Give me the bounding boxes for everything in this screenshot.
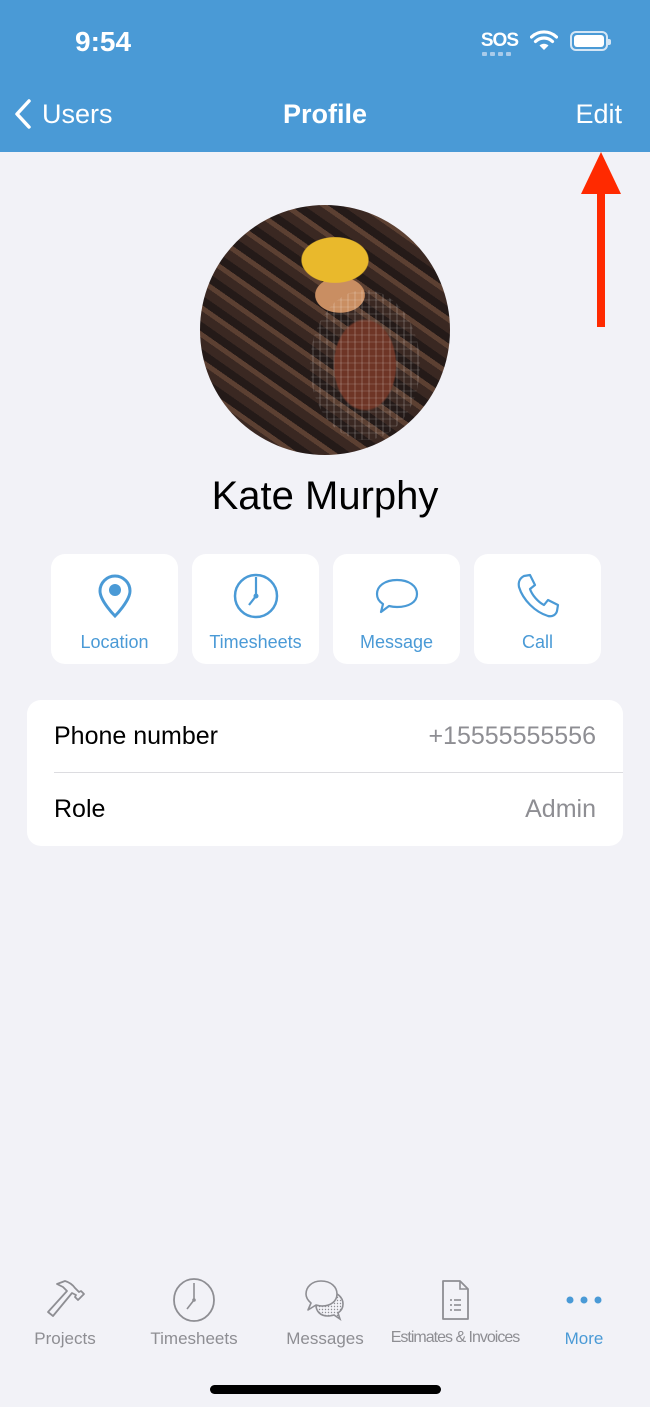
- timesheets-button[interactable]: Timesheets: [192, 554, 319, 664]
- message-button[interactable]: Message: [333, 554, 460, 664]
- signal-dots: [481, 52, 511, 56]
- tab-estimates-invoices-label: Estimates & Invoices: [390, 1329, 520, 1346]
- tab-timesheets[interactable]: Timesheets: [129, 1270, 259, 1349]
- action-buttons: Location Timesheets Message Call: [51, 554, 601, 664]
- tab-projects-label: Projects: [34, 1329, 96, 1348]
- call-label: Call: [521, 632, 553, 652]
- tab-bar: Projects Timesheets Messages Estimates &…: [0, 1270, 650, 1360]
- info-card: Phone number +15555555556 Role Admin: [27, 700, 623, 846]
- wifi-icon: [530, 30, 558, 50]
- message-label: Message: [359, 632, 434, 652]
- phone-number-label: Phone number: [54, 722, 219, 750]
- more-dots-icon: [566, 1296, 602, 1304]
- header: 9:54 SOS Users Profile Edit: [0, 0, 650, 152]
- status-icons: SOS: [480, 30, 611, 56]
- role-row[interactable]: Role Admin: [54, 773, 596, 846]
- tab-messages-label: Messages: [286, 1329, 364, 1348]
- phone-number-value: +15555555556: [428, 722, 596, 750]
- phone-number-row[interactable]: Phone number +15555555556: [54, 700, 596, 773]
- location-pin-icon: [97, 574, 132, 619]
- tab-estimates-invoices[interactable]: Estimates & Invoices: [390, 1270, 520, 1347]
- location-button[interactable]: Location: [51, 554, 178, 664]
- tab-more-label: More: [564, 1329, 604, 1348]
- edit-button[interactable]: Edit: [575, 99, 622, 130]
- page-title: Profile: [282, 99, 368, 129]
- phone-icon: [517, 573, 559, 618]
- sos-label: SOS: [480, 30, 519, 51]
- hammer-icon: [47, 1280, 85, 1317]
- call-button[interactable]: Call: [474, 554, 601, 664]
- annotation-arrow: [581, 152, 621, 327]
- avatar[interactable]: [200, 205, 450, 455]
- tab-projects[interactable]: Projects: [0, 1270, 130, 1349]
- tab-timesheets-label: Timesheets: [150, 1329, 238, 1348]
- timesheets-label: Timesheets: [209, 632, 302, 652]
- tab-more[interactable]: More: [519, 1270, 649, 1349]
- battery-icon: [570, 31, 611, 51]
- sos-indicator: SOS: [480, 30, 519, 56]
- chat-bubble-icon: [375, 578, 418, 614]
- document-icon: [442, 1280, 469, 1320]
- home-indicator[interactable]: [210, 1385, 441, 1394]
- location-label: Location: [80, 632, 149, 652]
- role-label: Role: [54, 795, 106, 823]
- role-value: Admin: [525, 795, 596, 823]
- status-time: 9:54: [75, 26, 132, 57]
- chat-bubbles-icon: [305, 1280, 344, 1321]
- tab-messages[interactable]: Messages: [260, 1270, 390, 1349]
- clock-icon: [233, 573, 278, 619]
- profile-name: Kate Murphy: [211, 474, 439, 518]
- clock-icon: [173, 1278, 215, 1322]
